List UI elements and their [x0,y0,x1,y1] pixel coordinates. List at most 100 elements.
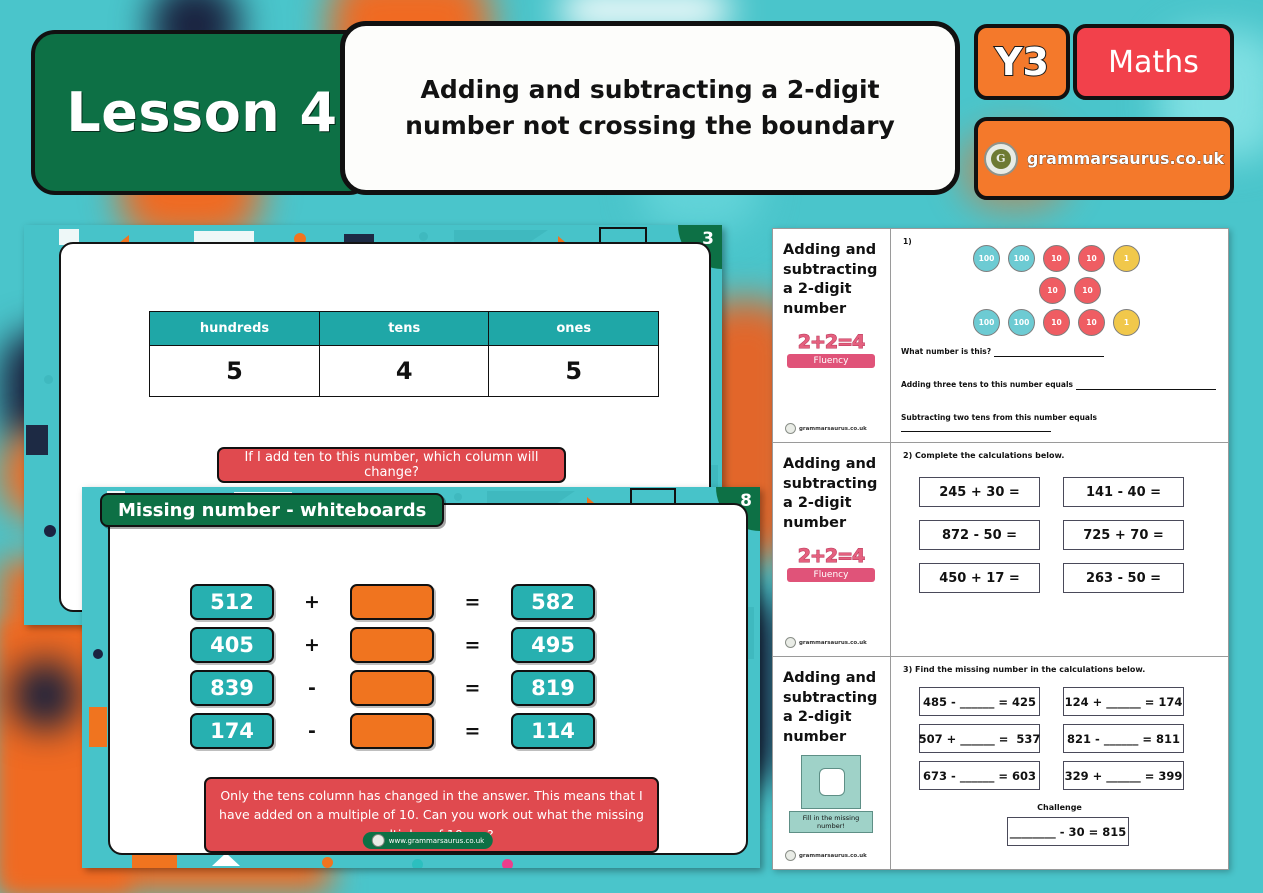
worksheet-row: Adding and subtracting a 2-digit number … [773,443,1228,657]
page-header: Lesson 4 Adding and subtracting a 2-digi… [0,0,1263,215]
counter-ten: 10 [1039,277,1066,304]
worksheet-sidebar: Adding and subtracting a 2-digit number … [773,443,891,656]
challenge-label: Challenge [1037,803,1082,812]
calculation-box[interactable]: 263 - 50 = [1063,563,1184,593]
calculation-box[interactable]: 141 - 40 = [1063,477,1184,507]
answer-line-text: Subtracting two tens from this number eq… [901,413,1097,422]
fluency-icon: 2+2=4 Fluency [787,331,875,368]
answer-blank[interactable] [901,422,1051,432]
worksheet-footer-text: grammarsaurus.co.uk [799,852,867,859]
missing-number-box[interactable]: 329 + ______ = 399 [1063,761,1184,790]
equation-right-value: 114 [511,713,595,749]
equation-blank-box[interactable] [350,627,434,663]
worksheet-footer-text: grammarsaurus.co.uk [799,639,867,646]
slide-footer-badge: www.grammarsaurus.co.uk [362,832,494,849]
answer-blank[interactable] [993,347,1104,357]
missing-number-box[interactable]: 507 + ______ = 537 [919,724,1040,753]
worksheet-question-area: 2) Complete the calculations below. 245 … [891,443,1228,656]
calculation-box[interactable]: 450 + 17 = [919,563,1040,593]
worksheet-answer-lines: What number is this? Adding three tens t… [901,347,1221,455]
place-value-table: hundreds tens ones 5 4 5 [149,311,659,397]
puzzle-piece-graphic [801,755,861,809]
counter-ten: 10 [1078,245,1105,272]
equation-left-value: 512 [190,584,274,620]
counter-spacer [973,277,998,302]
slide-title-text: Missing number - whiteboards [118,499,427,521]
worksheet-footer-logo: grammarsaurus.co.uk [785,637,867,648]
missing-number-box[interactable]: 124 + ______ = 174 [1063,687,1184,716]
counter-one: 1 [1113,309,1140,336]
answer-line: Adding three tens to this number equals [901,380,1221,390]
puzzle-icon: Fill in the missing number! [789,755,873,833]
cell-tens: 4 [318,345,490,397]
answer-line-text: What number is this? [901,347,994,356]
year-group-badge: Y3 [974,24,1070,100]
equation-operator: + [304,634,320,656]
cell-hundreds: 5 [149,345,320,397]
answer-blank[interactable] [1075,380,1216,390]
worksheet-panel[interactable]: Adding and subtracting a 2-digit number … [772,228,1229,870]
answer-line: What number is this? [901,347,1221,357]
subject-badge: Maths [1073,24,1234,100]
missing-number-box[interactable]: 485 - ______ = 425 [919,687,1040,716]
equation-right-value: 582 [511,584,595,620]
worksheet-footer-logo: grammarsaurus.co.uk [785,423,867,434]
answer-line: Subtracting two tens from this number eq… [901,413,1221,432]
missing-number-box[interactable]: 821 - ______ = 811 [1063,724,1184,753]
counter-row: 10 10 [973,277,1140,304]
challenge-box[interactable]: ________ - 30 = 815 [1007,817,1129,846]
worksheet-question-area: 1) 100 100 10 10 1 10 10 100 100 10 10 1… [891,229,1228,442]
counter-hundred: 100 [973,309,1000,336]
equals-sign: = [464,591,481,613]
fluency-label: Fluency [787,568,875,582]
counter-hundred: 100 [973,245,1000,272]
fluency-sum-label: 2+2=4 [797,331,866,354]
grammarsaurus-logo-icon [785,850,796,861]
equation-row: 839 - = 819 [190,670,670,706]
worksheet-footer-logo: grammarsaurus.co.uk [785,850,867,861]
question-instruction: 2) Complete the calculations below. [903,451,1065,460]
counter-ten: 10 [1043,245,1070,272]
calculation-box[interactable]: 725 + 70 = [1063,520,1184,550]
fluency-sum-label: 2+2=4 [797,545,866,568]
fluency-label: Fluency [787,354,875,368]
website-label: grammarsaurus.co.uk [1026,149,1225,169]
equation-right-value: 819 [511,670,595,706]
grammarsaurus-logo-icon: G [983,141,1018,176]
calculation-box[interactable]: 872 - 50 = [919,520,1040,550]
answer-line-text: Adding three tens to this number equals [901,380,1076,389]
logo-letter: G [990,148,1011,169]
worksheet-sidebar: Adding and subtracting a 2-digit number … [773,657,891,869]
website-badge[interactable]: G grammarsaurus.co.uk [974,117,1234,200]
slide-thumbnail-8[interactable]: 8 Missing number - whiteboards 512 + = 5… [82,487,760,868]
equation-blank-box[interactable] [350,670,434,706]
table-header-row: hundreds tens ones [149,311,659,346]
equation-blank-box[interactable] [350,584,434,620]
equals-sign: = [464,677,481,699]
missing-number-box[interactable]: 673 - ______ = 603 [919,761,1040,790]
counter-spacer [1006,277,1031,302]
equals-sign: = [464,634,481,656]
worksheet-footer-text: grammarsaurus.co.uk [799,425,867,432]
lesson-badge: Lesson 4 [31,30,373,195]
grammarsaurus-logo-icon [371,834,385,847]
column-header-ones: ones [488,311,659,346]
lesson-label: Lesson 4 [66,81,338,144]
worksheet-row: Adding and subtracting a 2-digit number … [773,657,1228,869]
place-value-counters: 100 100 10 10 1 10 10 100 100 10 10 1 [973,245,1140,341]
table-row: 5 4 5 [149,345,659,397]
year-group-label: Y3 [994,39,1050,85]
calculation-box[interactable]: 245 + 30 = [919,477,1040,507]
subject-label: Maths [1108,44,1199,80]
counter-row: 100 100 10 10 1 [973,245,1140,272]
counter-one: 1 [1113,245,1140,272]
worksheet-question-area: 3) Find the missing number in the calcul… [891,657,1228,869]
fluency-icon: 2+2=4 Fluency [787,545,875,582]
equation-blank-box[interactable] [350,713,434,749]
slide-question-banner: If I add ten to this number, which colum… [217,447,566,483]
slide-page: Missing number - whiteboards 512 + = 582… [100,493,748,855]
equation-operator: - [308,677,316,699]
question-instruction: 3) Find the missing number in the calcul… [903,665,1146,674]
equation-left-value: 174 [190,713,274,749]
equation-left-value: 405 [190,627,274,663]
